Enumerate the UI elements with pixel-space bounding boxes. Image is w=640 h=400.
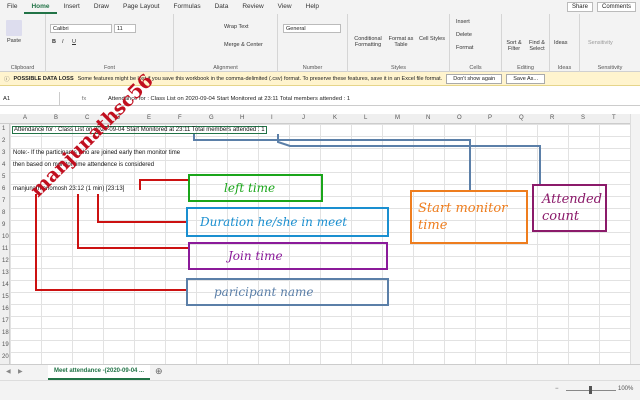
join-time-annotation: Join time: [188, 242, 388, 270]
add-sheet-icon[interactable]: ⊕: [155, 366, 163, 377]
zoom-level[interactable]: 100%: [618, 386, 633, 392]
sheet-tab[interactable]: Meet attendance -(2020-09-04 ...: [48, 365, 151, 380]
next-sheet-icon[interactable]: ▶: [18, 368, 23, 375]
zoom-out-icon[interactable]: −: [555, 386, 559, 392]
vertical-scrollbar[interactable]: [630, 114, 640, 364]
left-time-connector: [139, 179, 188, 190]
participant-name-connector: [35, 194, 186, 291]
start-monitor-annotation: Start monitor time: [410, 190, 528, 244]
left-time-annotation: left time: [188, 174, 323, 202]
sheet-tab-bar: ◀ ▶ Meet attendance -(2020-09-04 ... ⊕: [0, 364, 640, 380]
zoom-slider-handle[interactable]: [589, 386, 592, 394]
participant-name-annotation: paricipant name: [186, 278, 389, 306]
prev-sheet-icon[interactable]: ◀: [6, 368, 11, 375]
duration-connector: [97, 194, 186, 223]
duration-annotation: Duration he/she in meet: [186, 207, 389, 237]
status-bar: − 100%: [0, 380, 640, 400]
attended-count-annotation: Attended count: [532, 184, 607, 232]
